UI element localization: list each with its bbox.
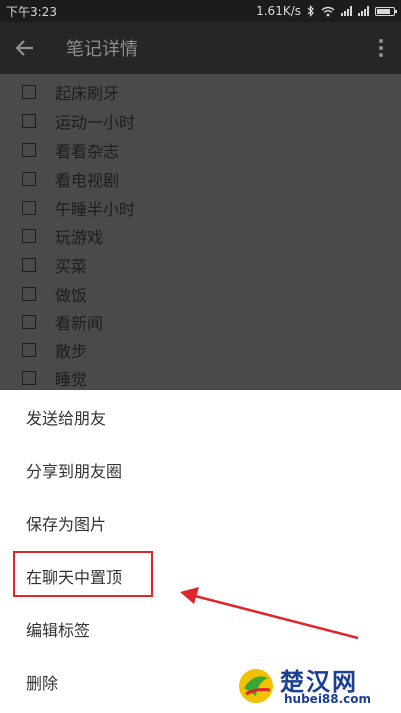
checklist-item-label: 看新闻 xyxy=(55,314,104,333)
more-options-icon[interactable] xyxy=(361,22,401,74)
checklist-item-label: 看看杂志 xyxy=(55,142,120,161)
back-arrow-icon[interactable] xyxy=(0,22,50,74)
signal-icon-2 xyxy=(358,6,369,16)
checkbox[interactable] xyxy=(22,258,36,272)
status-bar: 下午3:23 1.61K/s xyxy=(0,0,401,22)
checkbox[interactable] xyxy=(22,143,36,157)
checklist-item-label: 午睡半小时 xyxy=(55,200,136,219)
checklist-item-label: 起床刷牙 xyxy=(55,84,120,103)
checklist-item[interactable]: 午睡半小时 xyxy=(0,194,401,222)
checkbox[interactable] xyxy=(22,201,36,215)
checkbox[interactable] xyxy=(22,371,36,385)
status-indicators: 1.61K/s xyxy=(256,4,397,18)
checklist-item[interactable]: 看看杂志 xyxy=(0,136,401,164)
checklist-item[interactable]: 看新闻 xyxy=(0,308,401,336)
checklist-item[interactable]: 运动一小时 xyxy=(0,107,401,135)
checklist-item-label: 散步 xyxy=(55,342,88,361)
checklist-item-label: 做饭 xyxy=(55,286,88,305)
checkbox[interactable] xyxy=(22,343,36,357)
checklist-item[interactable]: 睡觉 xyxy=(0,364,401,392)
checklist-item-label: 看电视剧 xyxy=(55,171,120,190)
checklist-item[interactable]: 散步 xyxy=(0,336,401,364)
status-time: 下午3:23 xyxy=(6,4,57,19)
watermark-url: hubei88.com xyxy=(284,692,372,706)
checklist-item[interactable]: 起床刷牙 xyxy=(0,78,401,106)
checklist-item[interactable]: 玩游戏 xyxy=(0,222,401,250)
checklist-item-label: 玩游戏 xyxy=(55,228,104,247)
page-title: 笔记详情 xyxy=(66,39,138,60)
checkbox[interactable] xyxy=(22,172,36,186)
checkbox[interactable] xyxy=(22,315,36,329)
checkbox[interactable] xyxy=(22,229,36,243)
checklist-item[interactable]: 看电视剧 xyxy=(0,165,401,193)
network-speed: 1.61K/s xyxy=(256,4,301,18)
watermark: 楚汉网 hubei88.com xyxy=(232,662,397,710)
checklist-item[interactable]: 做饭 xyxy=(0,280,401,308)
app-bar: 笔记详情 xyxy=(0,22,401,74)
checklist-item[interactable]: 买菜 xyxy=(0,251,401,279)
checkbox[interactable] xyxy=(22,287,36,301)
battery-icon xyxy=(375,6,397,16)
checklist-item-label: 买菜 xyxy=(55,257,88,276)
signal-icon xyxy=(341,6,352,16)
checkbox[interactable] xyxy=(22,114,36,128)
note-checklist: 起床刷牙 运动一小时 看看杂志 看电视剧 午睡半小时 玩游戏 买菜 做饭 看新闻… xyxy=(0,74,401,390)
wifi-icon xyxy=(321,6,335,16)
checklist-item-label: 运动一小时 xyxy=(55,113,136,132)
checklist-item-label: 睡觉 xyxy=(55,370,88,389)
action-sheet: 发送给朋友 分享到朋友圈 保存为图片 在聊天中置顶 编辑标签 删除 楚汉网 hu… xyxy=(0,390,401,713)
checkbox[interactable] xyxy=(22,85,36,99)
bluetooth-icon xyxy=(307,5,314,17)
watermark-logo-icon xyxy=(239,669,273,703)
